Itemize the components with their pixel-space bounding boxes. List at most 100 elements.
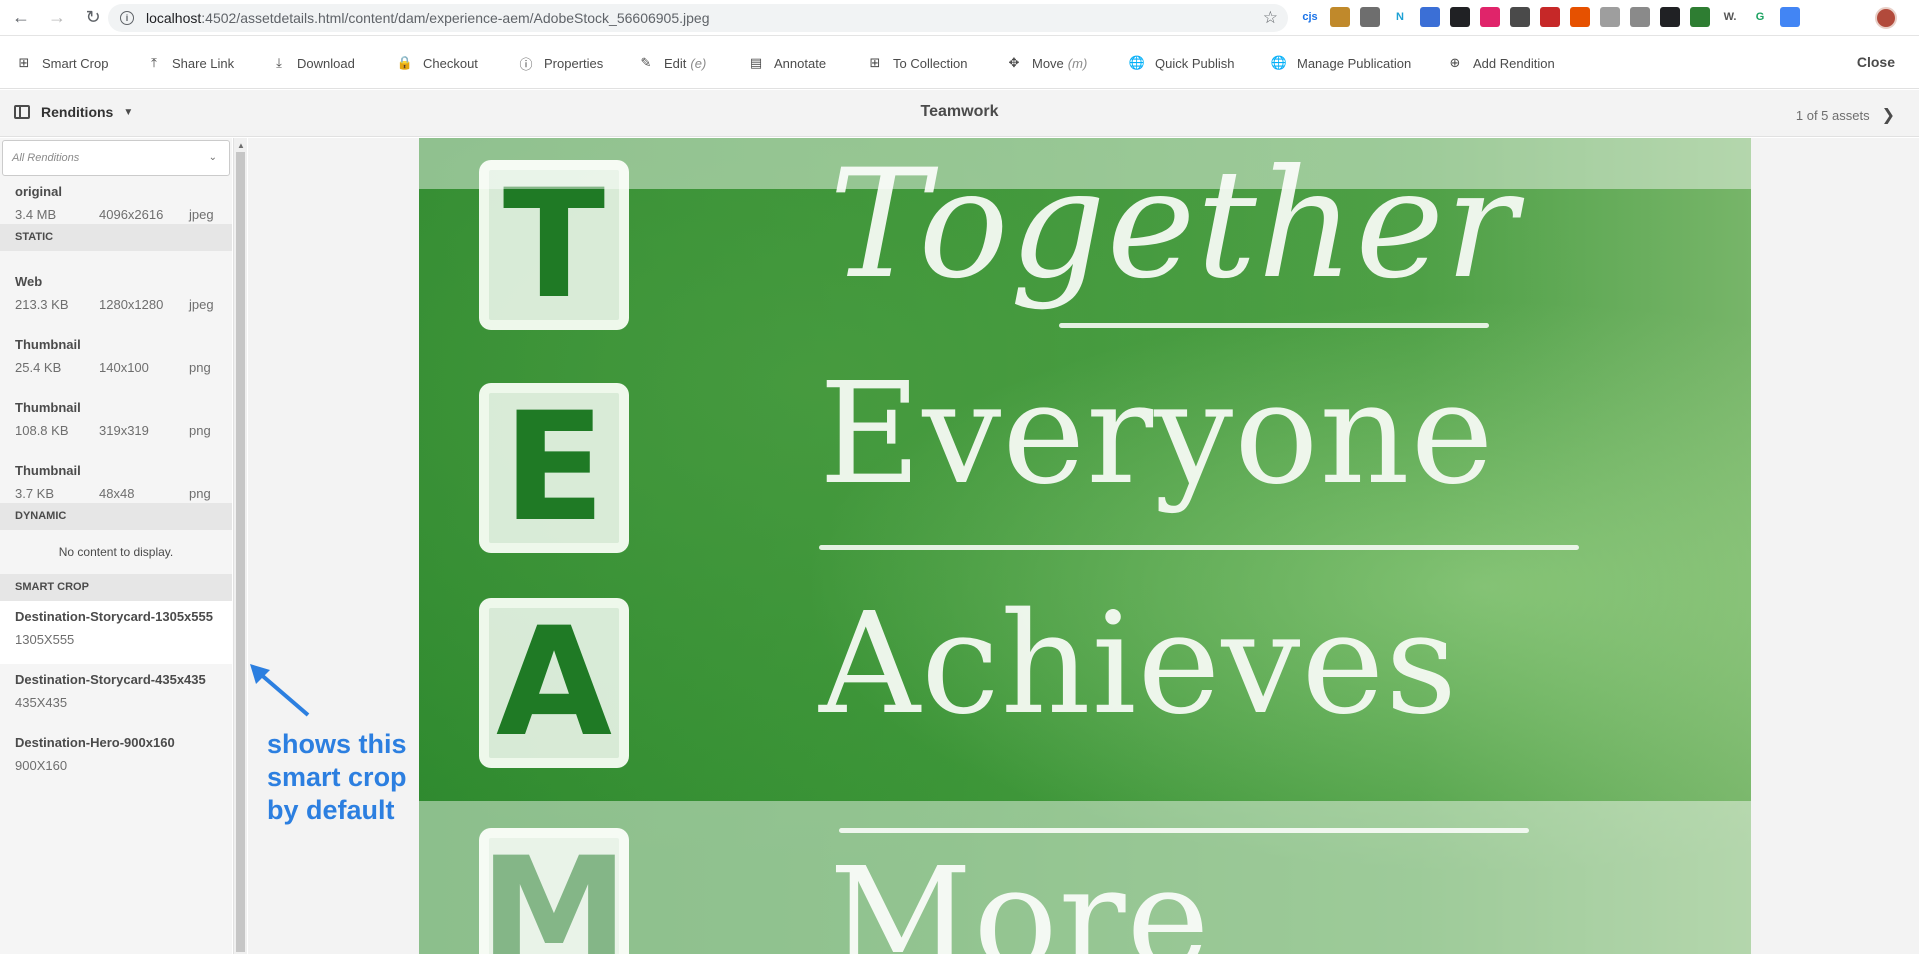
circle-icon[interactable] bbox=[1360, 7, 1380, 27]
action-to-collection-button[interactable]: ⊞ To Collection bbox=[866, 37, 968, 89]
blue-circle-icon[interactable] bbox=[1420, 7, 1440, 27]
url-text[interactable]: localhost:4502/assetdetails.html/content… bbox=[146, 10, 710, 26]
close-button[interactable]: Close bbox=[1857, 54, 1895, 70]
action-smart-crop-button[interactable]: ⊞ Smart Crop bbox=[15, 37, 109, 89]
n-icon[interactable]: N bbox=[1390, 7, 1410, 27]
rendition-name: Thumbnail bbox=[15, 337, 81, 352]
action-label: Edit bbox=[664, 55, 687, 71]
action-label: Smart Crop bbox=[42, 55, 109, 71]
pink-ring-icon[interactable] bbox=[1480, 7, 1500, 27]
rendition-size: 3.7 KB bbox=[15, 486, 55, 501]
rendition-type: jpeg bbox=[189, 207, 214, 222]
letter-tile-e: E bbox=[479, 381, 629, 555]
dynamic-empty-message: No content to display. bbox=[58, 545, 174, 559]
renditions-filter-value: All Renditions bbox=[12, 152, 80, 164]
action-download-button[interactable]: ⤓ Download bbox=[270, 37, 355, 89]
rendition-item-smart-crop[interactable]: Destination-Storycard-435x435 435X435 bbox=[0, 664, 232, 727]
reload-icon[interactable]: ↻ bbox=[78, 3, 108, 33]
target-icon[interactable] bbox=[1570, 7, 1590, 27]
extensions-bar: cjs N W. G bbox=[1300, 7, 1810, 27]
rendition-name: Web bbox=[15, 274, 43, 289]
rendition-dimensions: 48x48 bbox=[99, 486, 135, 501]
rendition-item-static[interactable]: Thumbnail 25.4 KB 140x100 png bbox=[0, 329, 232, 392]
action-label: Annotate bbox=[774, 55, 827, 71]
annotation-arrow-icon bbox=[250, 664, 310, 717]
rendition-item-smart-crop[interactable]: Destination-Hero-900x160 900X160 bbox=[0, 727, 232, 790]
collection-icon: ⊞ bbox=[869, 55, 881, 70]
rendition-type: jpeg bbox=[189, 297, 214, 312]
g-icon[interactable]: G bbox=[1750, 7, 1770, 27]
rendition-type: png bbox=[189, 486, 211, 501]
rendition-dimensions: 435X435 bbox=[15, 695, 68, 710]
pager-text: 1 of 5 assets bbox=[1795, 107, 1870, 123]
drive-icon[interactable] bbox=[1510, 7, 1530, 27]
back-icon[interactable]: ← bbox=[6, 3, 36, 33]
action-bar: Close ⊞ Smart Crop ⤒ Share Link ⤓ Download 🔒 Ch… bbox=[0, 37, 1919, 89]
chalk-word-2: Everyone bbox=[819, 353, 1495, 516]
action-share-link-button[interactable]: ⤒ Share Link bbox=[145, 37, 234, 89]
chalk-underline bbox=[819, 545, 1579, 550]
title-bar: Renditions ▼ Teamwork 1 of 5 assets ❯ bbox=[0, 90, 1919, 137]
scroll-up-icon[interactable]: ▲ bbox=[237, 141, 245, 150]
action-label: Properties bbox=[544, 55, 604, 71]
action-properties-button[interactable]: ⓘ Properties bbox=[517, 37, 603, 89]
rail-scrollbar[interactable]: ▲ bbox=[233, 138, 247, 954]
chalk-word-3: Achieves bbox=[819, 583, 1459, 746]
profile-avatar[interactable] bbox=[1875, 7, 1897, 29]
browser-toolbar: ← → ↻ i localhost:4502/assetdetails.html… bbox=[0, 0, 1919, 36]
annotation-line: by default bbox=[267, 795, 395, 825]
check-icon[interactable] bbox=[1600, 7, 1620, 27]
shortcut-hint: (e) bbox=[690, 55, 707, 71]
rendition-item-smart-crop[interactable]: Destination-Storycard-1305x555 1305X555 bbox=[0, 601, 232, 664]
info-icon: ⓘ bbox=[519, 56, 533, 72]
rendition-dimensions: 1305X555 bbox=[15, 632, 75, 647]
action-edit-button[interactable]: ✎ Edit (e) bbox=[637, 37, 707, 89]
action-add-rendition-button[interactable]: ⊕ Add Rendition bbox=[1446, 37, 1555, 89]
rendition-size: 108.8 KB bbox=[15, 423, 69, 438]
asset-image: T E A M Together Everyone Achieves More bbox=[419, 138, 1751, 954]
rendition-name: Thumbnail bbox=[15, 400, 81, 415]
forward-icon[interactable]: → bbox=[42, 3, 72, 33]
rendition-item-static[interactable]: Web 213.3 KB 1280x1280 jpeg bbox=[0, 266, 232, 329]
download-icon: ⤓ bbox=[276, 55, 282, 70]
rendition-name: original bbox=[15, 184, 62, 199]
cjs-icon[interactable]: cjs bbox=[1300, 7, 1320, 27]
action-move-button[interactable]: ✥ Move (m) bbox=[1005, 37, 1088, 89]
action-label: Move bbox=[1032, 55, 1064, 71]
next-asset-icon[interactable]: ❯ bbox=[1882, 105, 1895, 125]
refresh-g-icon[interactable] bbox=[1780, 7, 1800, 27]
section-header-dynamic: DYNAMIC bbox=[0, 503, 232, 530]
action-annotate-button[interactable]: ▤ Annotate bbox=[747, 37, 826, 89]
action-label: Checkout bbox=[423, 55, 478, 71]
address-bar[interactable]: i localhost:4502/assetdetails.html/conte… bbox=[108, 4, 1288, 32]
rendition-type: png bbox=[189, 423, 211, 438]
spy-icon[interactable] bbox=[1450, 7, 1470, 27]
box-icon[interactable] bbox=[1630, 7, 1650, 27]
w-icon[interactable]: W. bbox=[1720, 7, 1740, 27]
action-label: To Collection bbox=[893, 55, 968, 71]
scrollbar-thumb[interactable] bbox=[236, 152, 245, 952]
action-manage-publication-button[interactable]: 🌐 Manage Publication bbox=[1270, 37, 1411, 89]
globe-icon: 🌐 bbox=[1128, 55, 1146, 70]
pencil-icon: ✎ bbox=[640, 55, 652, 70]
action-checkout-button[interactable]: 🔒 Checkout bbox=[396, 37, 478, 89]
renditions-rail: All Renditions ⌄ original 3.4 MB 4096x26… bbox=[0, 138, 232, 954]
action-label: Download bbox=[297, 55, 355, 71]
annotation-line: shows this bbox=[267, 729, 407, 759]
bookmark-star-icon[interactable]: ☆ bbox=[1263, 8, 1278, 28]
chevron-down-icon: ⌄ bbox=[208, 152, 217, 163]
rendition-name: Thumbnail bbox=[15, 463, 81, 478]
rendition-dimensions: 1280x1280 bbox=[99, 297, 164, 312]
rendition-dimensions: 140x100 bbox=[99, 360, 149, 375]
red-square-icon[interactable] bbox=[1540, 7, 1560, 27]
rendition-item-static[interactable]: Thumbnail 108.8 KB 319x319 png bbox=[0, 392, 232, 455]
robot-icon[interactable] bbox=[1660, 7, 1680, 27]
crop-mask-bottom bbox=[419, 801, 1751, 954]
renditions-filter-select[interactable]: All Renditions ⌄ bbox=[2, 140, 230, 176]
pen-icon[interactable] bbox=[1330, 7, 1350, 27]
leaf-icon[interactable] bbox=[1690, 7, 1710, 27]
site-info-icon[interactable]: i bbox=[120, 11, 134, 25]
globe-gear-icon: 🌐 bbox=[1270, 55, 1288, 70]
action-quick-publish-button[interactable]: 🌐 Quick Publish bbox=[1128, 37, 1235, 89]
comment-icon: ▤ bbox=[749, 55, 763, 70]
